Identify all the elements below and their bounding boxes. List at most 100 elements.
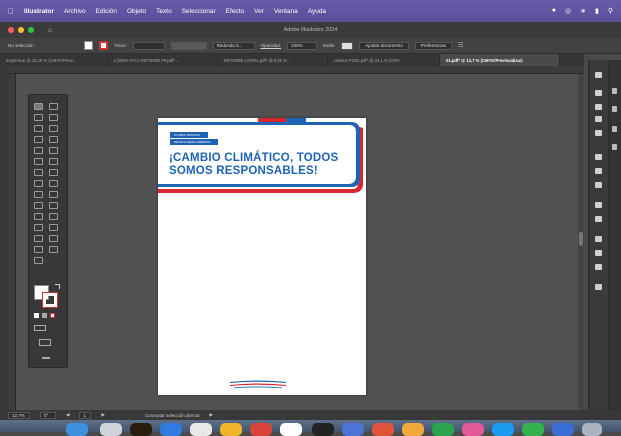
menu-seleccionar[interactable]: Seleccionar (182, 8, 216, 15)
app-dock-icon[interactable] (462, 423, 484, 436)
perspective-grid-tool-icon[interactable] (49, 191, 58, 198)
current-tool-status[interactable]: Conmutar selección directa (145, 413, 200, 418)
finder-dock-icon[interactable] (66, 423, 88, 436)
apple-icon[interactable]:  (8, 7, 14, 16)
minimize-window-button[interactable] (18, 27, 24, 33)
menu-app-name[interactable]: Illustrator (24, 8, 54, 15)
trash-dock-icon[interactable] (582, 423, 602, 436)
properties-panel-icon[interactable] (595, 72, 602, 78)
artboard-tool-icon[interactable] (34, 235, 43, 242)
layers-panel-icon[interactable] (595, 90, 602, 96)
paintbrush-tool-icon[interactable] (49, 147, 58, 154)
pen-tool-icon[interactable] (34, 125, 43, 132)
launchpad-dock-icon[interactable] (100, 423, 122, 436)
comments-panel-icon[interactable] (595, 284, 602, 290)
artboard-number-field[interactable]: 1 (79, 411, 92, 419)
free-transform-tool-icon[interactable] (49, 180, 58, 187)
arrange-icon[interactable]: ☷ (458, 42, 463, 49)
menu-ver[interactable]: Ver (254, 8, 264, 15)
zoom-window-button[interactable] (28, 27, 34, 33)
brushes-panel-icon[interactable] (595, 116, 602, 122)
variable-width-field[interactable] (170, 41, 207, 50)
rotation-field[interactable]: 0° (40, 411, 56, 419)
home-icon[interactable]: ⌂ (48, 27, 52, 34)
transparency-panel-icon[interactable] (595, 182, 602, 188)
style-swatch[interactable] (341, 41, 354, 50)
selection-tool-icon[interactable] (34, 103, 43, 110)
align-panel-icon[interactable] (595, 236, 602, 242)
symbols-panel-icon[interactable] (595, 130, 602, 136)
close-window-button[interactable] (8, 27, 14, 33)
brush-field[interactable]: Redondo 5... (212, 41, 255, 50)
symbol-sprayer-tool-icon[interactable] (34, 224, 43, 231)
status-menu-icon[interactable]: ▶ (209, 412, 212, 418)
opacity-field[interactable]: 100% (287, 41, 318, 50)
curvature-tool-icon[interactable] (49, 125, 58, 132)
column-graph-tool-icon[interactable] (49, 224, 58, 231)
stroke-panel-icon[interactable] (595, 154, 602, 160)
rectangle-tool-icon[interactable] (34, 147, 43, 154)
menu-edicion[interactable]: Edición (96, 8, 117, 15)
vertical-scrollbar-thumb[interactable] (579, 232, 583, 246)
menu-ventana[interactable]: Ventana (274, 8, 298, 15)
rotate-tool-icon[interactable] (34, 169, 43, 176)
zoom-field[interactable]: 12,7% (8, 411, 30, 419)
app-dock-icon[interactable] (372, 423, 394, 436)
stroke-weight-field[interactable] (132, 41, 165, 50)
scale-tool-icon[interactable] (49, 169, 58, 176)
menu-objeto[interactable]: Objeto (127, 8, 146, 15)
document-tab[interactable]: Imprimir.ai @ 18,16 % (CMYK/Previ... (0, 54, 108, 66)
edit-toolbar-icon[interactable] (42, 357, 50, 359)
mesh-tool-icon[interactable] (34, 202, 43, 209)
vertical-ruler[interactable] (8, 74, 16, 410)
document-tab[interactable]: INFORME LÁGRA.pdf* @ 8,01 %... (218, 54, 328, 66)
horizontal-ruler[interactable] (8, 66, 584, 74)
panel-tab-icon[interactable] (612, 144, 617, 150)
status-circle-icon[interactable]: ◎ (565, 7, 571, 15)
panel-tab-icon[interactable] (612, 126, 617, 132)
app-dock-icon[interactable] (280, 423, 302, 436)
safari-dock-icon[interactable] (160, 423, 182, 436)
menu-ayuda[interactable]: Ayuda (308, 8, 326, 15)
app-dock-icon[interactable] (492, 423, 514, 436)
app-dock-icon[interactable] (402, 423, 424, 436)
panel-tab-icon[interactable] (612, 106, 617, 112)
stroke-color-swatch[interactable] (42, 292, 58, 308)
panel-tab-icon[interactable] (612, 88, 617, 94)
swap-fill-stroke-icon[interactable] (55, 284, 60, 289)
app-dock-icon[interactable] (432, 423, 454, 436)
direct-selection-tool-icon[interactable] (49, 103, 58, 110)
stroke-swatch[interactable] (99, 41, 108, 50)
preferences-button[interactable]: Preferencias (414, 41, 453, 50)
pathfinder-panel-icon[interactable] (595, 250, 602, 256)
gradient-panel-icon[interactable] (595, 168, 602, 174)
color-mode-button[interactable] (34, 313, 39, 318)
menu-texto[interactable]: Texto (156, 8, 172, 15)
document-tab[interactable]: LÁGRA AYCA INFORME FP.pdf* ... (108, 54, 218, 66)
next-artboard-button[interactable]: ▶ (101, 412, 104, 418)
hand-tool-icon[interactable] (34, 246, 43, 253)
illustrator-dock-icon[interactable] (130, 423, 152, 436)
pencil-tool-icon[interactable] (34, 158, 43, 165)
app-dock-icon[interactable] (312, 423, 334, 436)
document-setup-button[interactable]: Ajustar documento (359, 41, 409, 50)
bluetooth-icon[interactable]: ∗ (580, 7, 586, 15)
app-dock-icon[interactable] (342, 423, 364, 436)
gradient-mode-button[interactable] (42, 313, 47, 318)
appearance-panel-icon[interactable] (595, 202, 602, 208)
document-tab-active[interactable]: 01.pdf* @ 12,7 % (CMYK/Previsualizar) (440, 54, 560, 66)
app-dock-icon[interactable] (250, 423, 272, 436)
libraries-panel-icon[interactable] (595, 104, 602, 110)
eraser-tool-icon[interactable] (49, 158, 58, 165)
transform-panel-icon[interactable] (595, 264, 602, 270)
width-tool-icon[interactable] (34, 180, 43, 187)
prev-artboard-button[interactable]: ◀ (66, 412, 69, 418)
drawing-modes-icon[interactable] (34, 325, 46, 331)
creative-cloud-icon[interactable]: ● (552, 7, 556, 15)
slice-tool-icon[interactable] (49, 235, 58, 242)
magic-wand-tool-icon[interactable] (34, 114, 43, 121)
battery-icon[interactable]: ▮ (595, 7, 599, 15)
app-dock-icon[interactable] (522, 423, 544, 436)
gradient-tool-icon[interactable] (49, 202, 58, 209)
photos-dock-icon[interactable] (220, 423, 242, 436)
